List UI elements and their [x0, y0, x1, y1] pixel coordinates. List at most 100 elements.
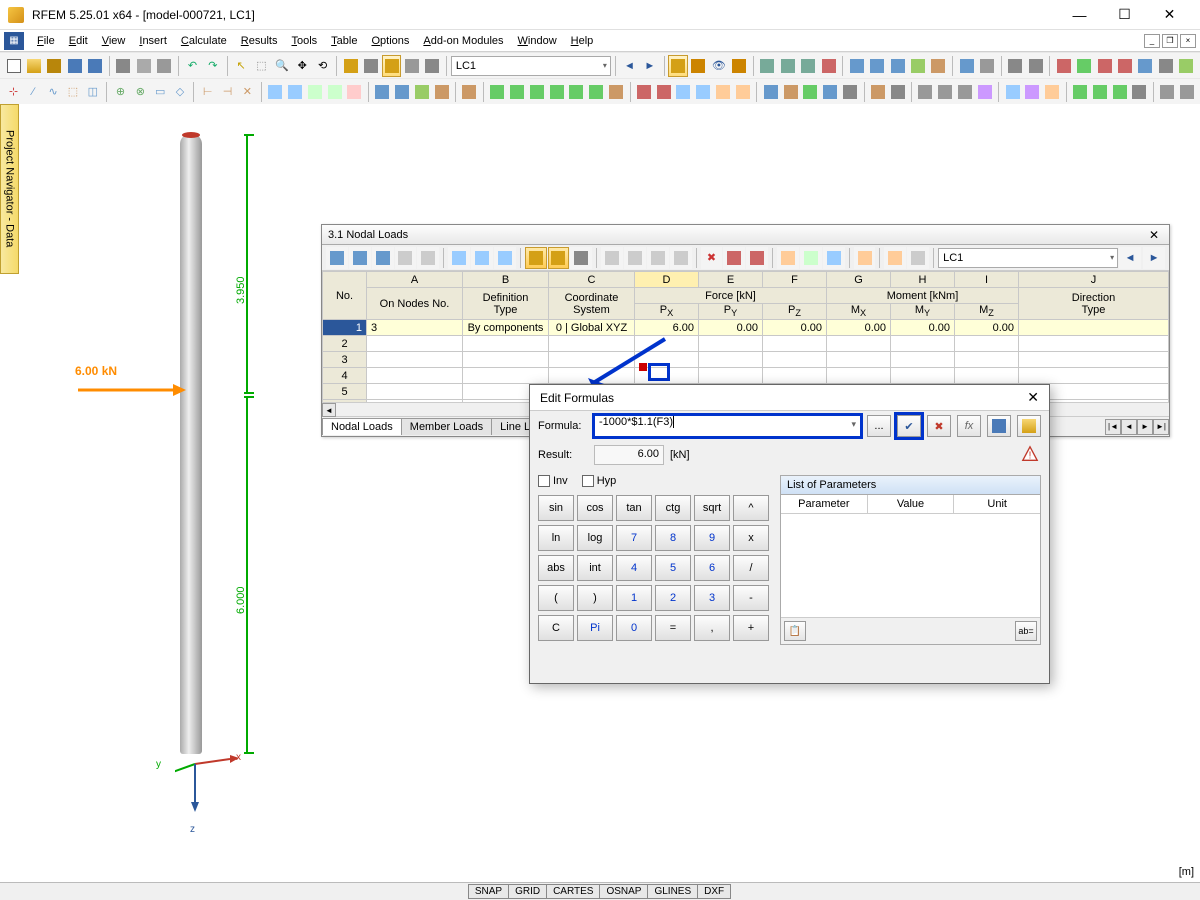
show-loads-button[interactable]: [689, 55, 708, 77]
col-letter[interactable]: J: [1019, 272, 1169, 288]
mdi-minimize-icon[interactable]: _: [1144, 34, 1160, 48]
col-letter[interactable]: F: [763, 272, 827, 288]
warning-icon[interactable]: !: [1021, 445, 1039, 463]
cell[interactable]: [1019, 352, 1169, 368]
cell[interactable]: [763, 352, 827, 368]
tool-button[interactable]: [305, 81, 324, 103]
tool-button[interactable]: ∿: [44, 81, 63, 103]
show-results-button[interactable]: 👁: [709, 55, 728, 77]
fx-button[interactable]: fx: [957, 415, 981, 437]
calc-ln-button[interactable]: ln: [538, 525, 574, 551]
cell[interactable]: [955, 352, 1019, 368]
menu-table[interactable]: Table: [324, 33, 364, 49]
calc-op-button[interactable]: (: [538, 585, 574, 611]
open-file-button[interactable]: [24, 55, 43, 77]
col-letter[interactable]: E: [699, 272, 763, 288]
print-preview-button[interactable]: [134, 55, 153, 77]
calc-abs-button[interactable]: abs: [538, 555, 574, 581]
cell[interactable]: [763, 336, 827, 352]
cancel-formula-button[interactable]: ✖: [927, 415, 951, 437]
tool-button[interactable]: [1023, 81, 1042, 103]
show-deform-button[interactable]: [730, 55, 749, 77]
calc-sqrt-button[interactable]: sqrt: [694, 495, 730, 521]
tool-button[interactable]: ⊣: [218, 81, 237, 103]
results-toggle-button[interactable]: [668, 55, 687, 77]
parameters-body[interactable]: [781, 514, 1040, 617]
status-grid-button[interactable]: GRID: [508, 884, 547, 899]
mdi-restore-icon[interactable]: ❐: [1162, 34, 1178, 48]
tool-button[interactable]: ⊢: [198, 81, 217, 103]
menu-add-on-modules[interactable]: Add-on Modules: [416, 33, 510, 49]
cell-px[interactable]: 6.00: [635, 320, 699, 336]
scroll-last-button[interactable]: ►|: [1153, 419, 1169, 435]
tool-button[interactable]: [956, 81, 975, 103]
status-osnap-button[interactable]: OSNAP: [599, 884, 648, 899]
tool-button[interactable]: [957, 55, 976, 77]
cell[interactable]: [891, 368, 955, 384]
menu-tools[interactable]: Tools: [284, 33, 324, 49]
cell[interactable]: [827, 352, 891, 368]
panel-tool-button[interactable]: [907, 247, 929, 269]
tool-button[interactable]: [801, 81, 820, 103]
calc-op-button[interactable]: ^: [733, 495, 769, 521]
tool-button[interactable]: [694, 81, 713, 103]
tool-button[interactable]: [345, 81, 364, 103]
cell[interactable]: 0.00: [699, 320, 763, 336]
calc-int-button[interactable]: int: [577, 555, 613, 581]
tool-button[interactable]: [1070, 81, 1089, 103]
cell[interactable]: [463, 352, 549, 368]
panel-nav-prev-button[interactable]: ◄: [1119, 247, 1141, 269]
panel-tool-button[interactable]: [349, 247, 371, 269]
params-col-value[interactable]: Value: [868, 495, 955, 513]
row-header[interactable]: 3: [323, 352, 367, 368]
calc-cos-button[interactable]: cos: [577, 495, 613, 521]
panel-tool-button[interactable]: [854, 247, 876, 269]
browse-button[interactable]: ...: [867, 415, 891, 437]
col-mz[interactable]: MZ: [955, 304, 1019, 320]
panel-tool-button[interactable]: [601, 247, 623, 269]
cell[interactable]: [463, 336, 549, 352]
panel-tool-button[interactable]: [494, 247, 516, 269]
view-iso-button[interactable]: [341, 55, 360, 77]
select-button[interactable]: ↖: [231, 55, 250, 77]
calc-op-button[interactable]: +: [733, 615, 769, 641]
tool-button[interactable]: ⊗: [131, 81, 150, 103]
panel-tool-button[interactable]: [471, 247, 493, 269]
tab-nodal-loads[interactable]: Nodal Loads: [322, 418, 402, 435]
cell[interactable]: [827, 336, 891, 352]
calc-Pi-button[interactable]: Pi: [577, 615, 613, 641]
inv-checkbox[interactable]: Inv: [538, 475, 568, 487]
panel-tool-button[interactable]: [548, 247, 570, 269]
tool-button[interactable]: [1090, 81, 1109, 103]
dialog-close-button[interactable]: ✕: [1027, 389, 1039, 406]
tool-button[interactable]: [547, 81, 566, 103]
panel-tool-button[interactable]: [777, 247, 799, 269]
params-edit-button[interactable]: ab=: [1015, 621, 1037, 641]
tool-button[interactable]: [734, 81, 753, 103]
table-button[interactable]: [382, 55, 401, 77]
cell[interactable]: [635, 336, 699, 352]
tool-button[interactable]: [781, 81, 800, 103]
col-dir-type[interactable]: DirectionType: [1019, 288, 1169, 320]
calc-3-button[interactable]: 3: [694, 585, 730, 611]
tool-button[interactable]: [916, 81, 935, 103]
menu-results[interactable]: Results: [234, 33, 285, 49]
calc-C-button[interactable]: C: [538, 615, 574, 641]
calc-op-button[interactable]: =: [655, 615, 691, 641]
tool-button[interactable]: ⊹: [4, 81, 23, 103]
cell[interactable]: [549, 336, 635, 352]
status-snap-button[interactable]: SNAP: [468, 884, 509, 899]
tool-button[interactable]: [507, 81, 526, 103]
calc-op-button[interactable]: /: [733, 555, 769, 581]
close-button[interactable]: ✕: [1147, 1, 1192, 29]
tool-button[interactable]: [1026, 55, 1045, 77]
cell[interactable]: [699, 352, 763, 368]
tool-button[interactable]: [527, 81, 546, 103]
tool-button[interactable]: [888, 81, 907, 103]
panel-tool-button[interactable]: [570, 247, 592, 269]
tool-button[interactable]: [908, 55, 927, 77]
cell[interactable]: [367, 352, 463, 368]
cell[interactable]: [955, 368, 1019, 384]
menu-file[interactable]: File: [30, 33, 62, 49]
tool-button[interactable]: [1136, 55, 1155, 77]
